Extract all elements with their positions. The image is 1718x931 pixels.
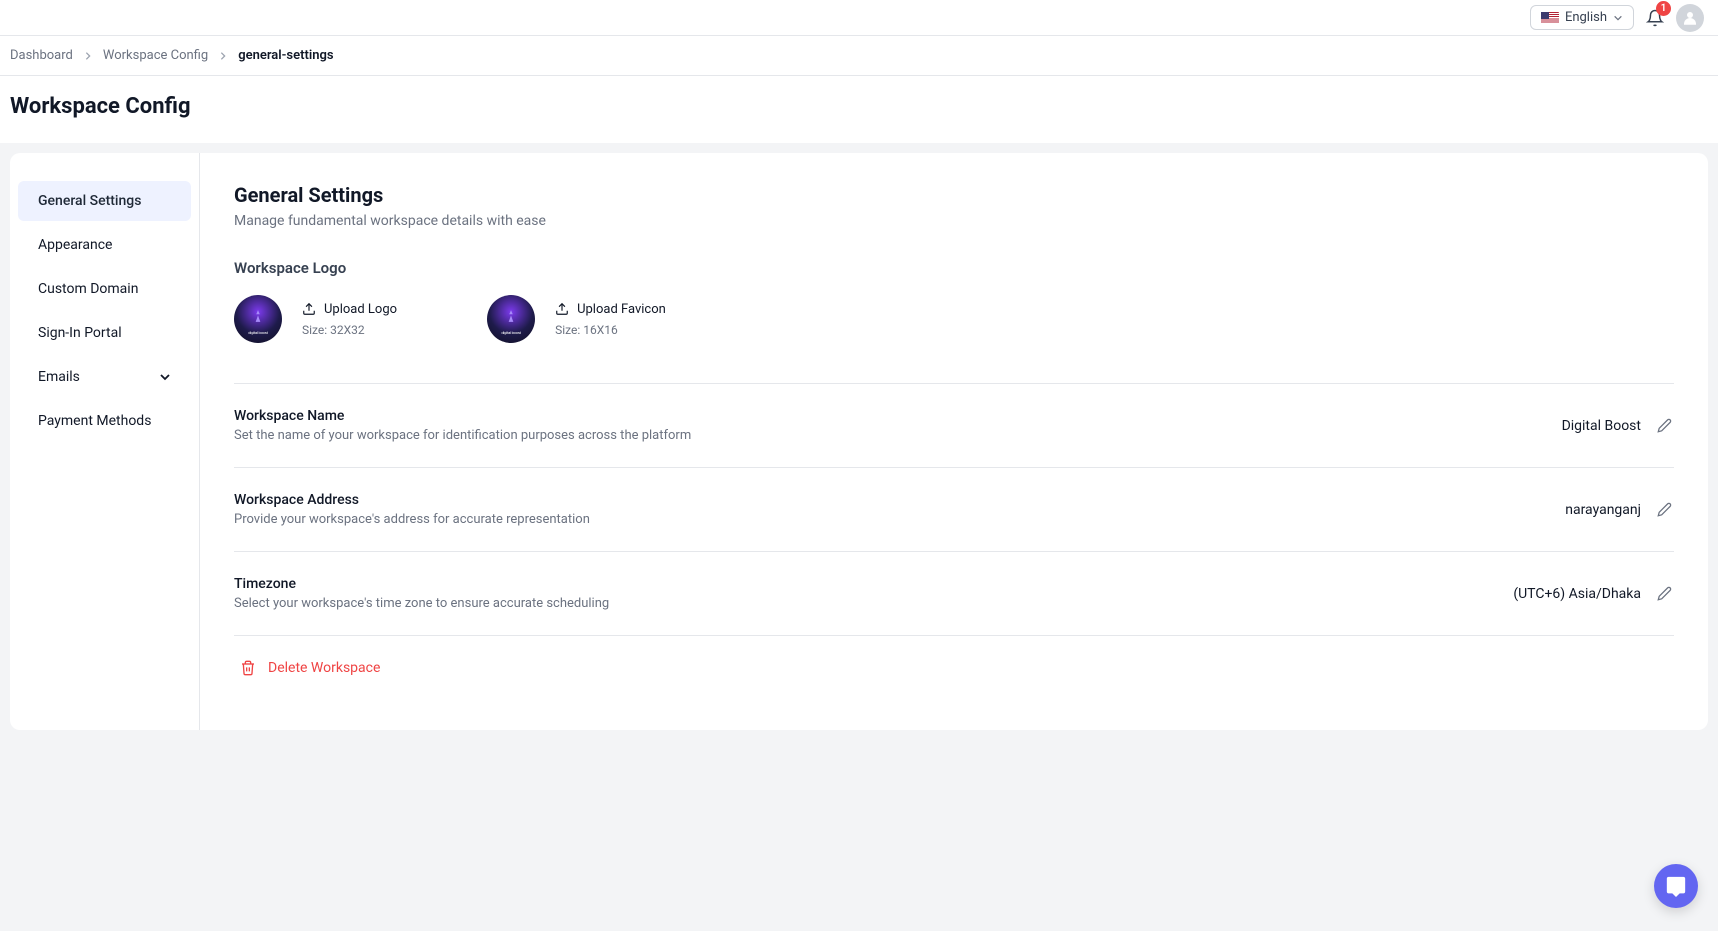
setting-right: narayanganj [1565,500,1674,519]
upload-favicon-button[interactable]: Upload Favicon [555,302,666,317]
section-subtitle: Manage fundamental workspace details wit… [234,213,1674,229]
upload-logo-label: Upload Logo [324,302,397,317]
logo-block-logo: Upload Logo Size: 32X32 [234,295,397,343]
logo-section-title: Workspace Logo [234,259,1674,277]
language-select[interactable]: English [1530,5,1634,30]
breadcrumb-general-settings: general-settings [238,48,333,63]
row-title: Workspace Address [234,492,590,508]
setting-right: (UTC+6) Asia/Dhaka [1513,584,1674,603]
pencil-icon [1657,502,1672,517]
favicon-size-text: Size: 16X16 [555,323,666,337]
row-desc: Provide your workspace's address for acc… [234,512,590,527]
setting-right: Digital Boost [1562,416,1674,435]
sidebar-item-general-settings[interactable]: General Settings [18,181,191,221]
row-desc: Set the name of your workspace for ident… [234,428,691,443]
workspace-logo-preview [234,295,282,343]
chevron-down-icon [1613,13,1623,23]
setting-row-workspace-address: Workspace Address Provide your workspace… [234,468,1674,551]
edit-timezone-button[interactable] [1655,584,1674,603]
sidebar-item-appearance[interactable]: Appearance [18,225,191,265]
sidebar-item-emails[interactable]: Emails [18,357,191,397]
topbar: English 1 [0,0,1718,36]
timezone-value: (UTC+6) Asia/Dhaka [1513,586,1641,602]
workspace-name-value: Digital Boost [1562,418,1641,434]
setting-left: Workspace Address Provide your workspace… [234,492,590,527]
setting-row-workspace-name: Workspace Name Set the name of your work… [234,384,1674,467]
card-wrap: General Settings Appearance Custom Domai… [10,153,1708,730]
upload-favicon-label: Upload Favicon [577,302,666,317]
upload-logo-button[interactable]: Upload Logo [302,302,397,317]
delete-workspace-label: Delete Workspace [268,660,380,676]
logo-mark-icon [504,309,518,323]
setting-left: Workspace Name Set the name of your work… [234,408,691,443]
section-title: General Settings [234,183,1674,207]
edit-workspace-address-button[interactable] [1655,500,1674,519]
breadcrumb-workspace-config[interactable]: Workspace Config [103,48,208,63]
us-flag-icon [1541,12,1559,24]
setting-left: Timezone Select your workspace's time zo… [234,576,609,611]
sidebar-item-label: Sign-In Portal [38,325,122,341]
row-title: Workspace Name [234,408,691,424]
workspace-favicon-preview [487,295,535,343]
upload-icon [302,302,316,316]
edit-workspace-name-button[interactable] [1655,416,1674,435]
delete-workspace-button[interactable]: Delete Workspace [234,636,1674,700]
main-panel: General Settings Manage fundamental work… [200,153,1708,730]
chat-fab-button[interactable] [1654,864,1698,908]
logo-row: Upload Logo Size: 32X32 Upload Favicon [234,295,1674,343]
notification-count-badge: 1 [1656,1,1671,16]
chevron-right-icon [83,51,93,61]
trash-icon [240,660,256,676]
user-avatar[interactable] [1676,4,1704,32]
row-title: Timezone [234,576,609,592]
workspace-address-value: narayanganj [1565,502,1641,518]
sidebar-item-sign-in-portal[interactable]: Sign-In Portal [18,313,191,353]
sidebar-item-custom-domain[interactable]: Custom Domain [18,269,191,309]
sidebar-item-label: General Settings [38,193,141,209]
breadcrumb: Dashboard Workspace Config general-setti… [0,36,1718,76]
chevron-right-icon [218,51,228,61]
breadcrumb-dashboard[interactable]: Dashboard [10,48,73,63]
upload-icon [555,302,569,316]
sidebar-item-payment-methods[interactable]: Payment Methods [18,401,191,441]
row-desc: Select your workspace's time zone to ens… [234,596,609,611]
body-area: General Settings Appearance Custom Domai… [0,143,1718,931]
sidebar: General Settings Appearance Custom Domai… [10,153,200,730]
chevron-down-icon [159,371,171,383]
logo-size-text: Size: 32X32 [302,323,397,337]
pencil-icon [1657,418,1672,433]
sidebar-item-label: Payment Methods [38,413,151,429]
sidebar-item-label: Appearance [38,237,112,253]
logo-mark-icon [251,309,265,323]
logo-block-favicon: Upload Favicon Size: 16X16 [487,295,666,343]
sidebar-item-label: Custom Domain [38,281,138,297]
chat-icon [1665,875,1687,897]
page-title: Workspace Config [0,76,1718,143]
avatar-icon [1681,9,1699,27]
pencil-icon [1657,586,1672,601]
language-label: English [1565,10,1607,25]
notifications-button[interactable]: 1 [1644,7,1666,29]
setting-row-timezone: Timezone Select your workspace's time zo… [234,552,1674,635]
sidebar-item-label: Emails [38,369,80,385]
